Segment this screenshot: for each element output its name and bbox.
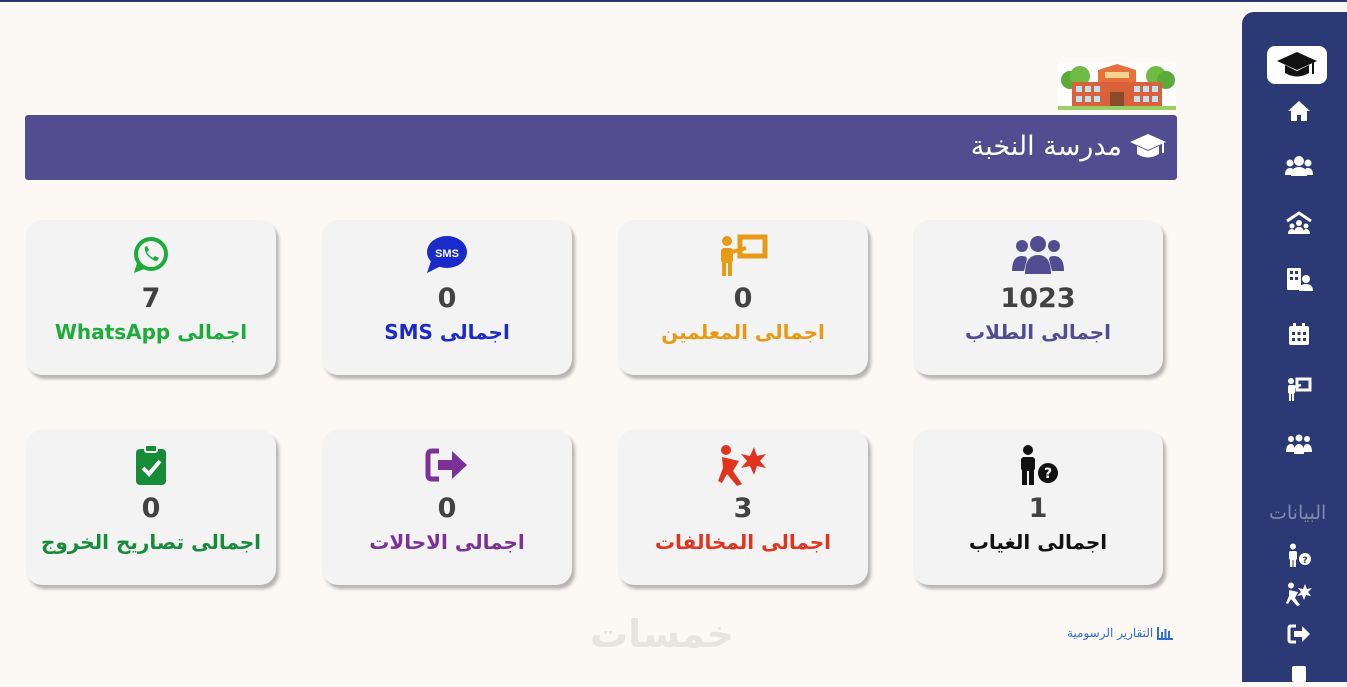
- stat-value: 1: [1028, 493, 1048, 524]
- stat-card-teachers[interactable]: 0 اجمالى المعلمين: [618, 220, 868, 375]
- stat-card-violations[interactable]: 3 اجمالى المخالفات: [618, 430, 868, 585]
- violation-icon: [1286, 582, 1312, 606]
- stat-card-referrals[interactable]: 0 اجمالى الاحالات: [322, 430, 572, 585]
- sidebar-calendar[interactable]: [1284, 319, 1314, 349]
- sidebar-classes[interactable]: [1284, 208, 1314, 238]
- sidebar-groups[interactable]: [1284, 430, 1314, 460]
- sidebar-section-label: البيانات: [1269, 502, 1327, 524]
- sidebar-absence[interactable]: ?: [1284, 540, 1314, 570]
- graduation-cap-icon: [1129, 133, 1167, 165]
- violation-icon: [618, 444, 868, 486]
- stat-card-sms[interactable]: SMS 0 اجمالى SMS: [322, 220, 572, 375]
- sidebar-referrals[interactable]: [1284, 619, 1314, 649]
- absence-icon: ?: [913, 444, 1163, 486]
- stat-label: اجمالى المعلمين: [661, 320, 825, 344]
- home-icon: [1288, 101, 1310, 121]
- stat-value: 0: [733, 283, 753, 314]
- stat-label: اجمالى WhatsApp: [54, 320, 248, 344]
- stat-value: 7: [141, 283, 161, 314]
- school-users-icon: [1286, 211, 1312, 234]
- stat-card-exit-permits[interactable]: 0 اجمالى تصاريح الخروج: [26, 430, 276, 585]
- page-title: مدرسة النخبة: [970, 131, 1122, 162]
- teacher-icon: [618, 234, 868, 276]
- users-icon: [913, 234, 1163, 276]
- sign-out-icon: [1287, 624, 1310, 644]
- people-group-icon: [1286, 434, 1312, 454]
- sidebar-home[interactable]: [1284, 96, 1314, 126]
- reports-link-label: التقارير الرسومية: [1067, 626, 1154, 640]
- sidebar-students[interactable]: [1284, 151, 1314, 181]
- sidebar-teachers[interactable]: [1284, 374, 1314, 404]
- stat-label: اجمالى تصاريح الخروج: [40, 530, 262, 554]
- sms-icon: SMS: [322, 234, 572, 276]
- watermark: خمسات: [590, 612, 734, 656]
- users-icon: [1285, 156, 1313, 176]
- stat-value: 0: [141, 493, 161, 524]
- bar-chart-icon: [1157, 626, 1174, 640]
- stat-card-students[interactable]: 1023 اجمالى الطلاب: [913, 220, 1163, 375]
- svg-text:?: ?: [1044, 466, 1052, 482]
- stat-card-absence[interactable]: ? 1 اجمالى الغياب: [913, 430, 1163, 585]
- stat-value: 3: [733, 493, 753, 524]
- stat-value: 0: [437, 283, 457, 314]
- stat-label: اجمالى الغياب: [968, 530, 1108, 554]
- clipboard-icon: [1292, 666, 1306, 682]
- sign-out-icon: [322, 444, 572, 486]
- building-user-icon: [1287, 268, 1313, 291]
- stat-label: اجمالى SMS: [384, 320, 510, 344]
- school-illustration: [1058, 62, 1176, 110]
- svg-text:SMS: SMS: [435, 248, 459, 260]
- stat-value: 0: [437, 493, 457, 524]
- absence-icon: ?: [1289, 543, 1311, 567]
- sidebar: البيانات ?: [1242, 12, 1347, 682]
- top-border: [0, 0, 1347, 2]
- stat-label: اجمالى الطلاب: [964, 320, 1112, 344]
- svg-text:?: ?: [1302, 556, 1307, 566]
- sidebar-violations[interactable]: [1284, 579, 1314, 609]
- stat-card-whatsapp[interactable]: 7 اجمالى WhatsApp: [26, 220, 276, 375]
- reports-link[interactable]: التقارير الرسومية: [1067, 626, 1174, 640]
- calendar-icon: [1289, 323, 1309, 345]
- clipboard-check-icon: [26, 444, 276, 486]
- stat-value: 1023: [1000, 283, 1076, 314]
- stat-label: اجمالى الاحالات: [369, 530, 525, 554]
- stat-label: اجمالى المخالفات: [654, 530, 832, 554]
- sidebar-logo[interactable]: [1267, 46, 1327, 84]
- whatsapp-icon: [26, 234, 276, 276]
- graduation-cap-icon: [1277, 52, 1317, 77]
- school-header: مدرسة النخبة: [25, 115, 1177, 180]
- teacher-icon: [1288, 377, 1312, 401]
- sidebar-school-staff[interactable]: [1284, 264, 1314, 294]
- sidebar-exit-permits[interactable]: [1284, 657, 1314, 687]
